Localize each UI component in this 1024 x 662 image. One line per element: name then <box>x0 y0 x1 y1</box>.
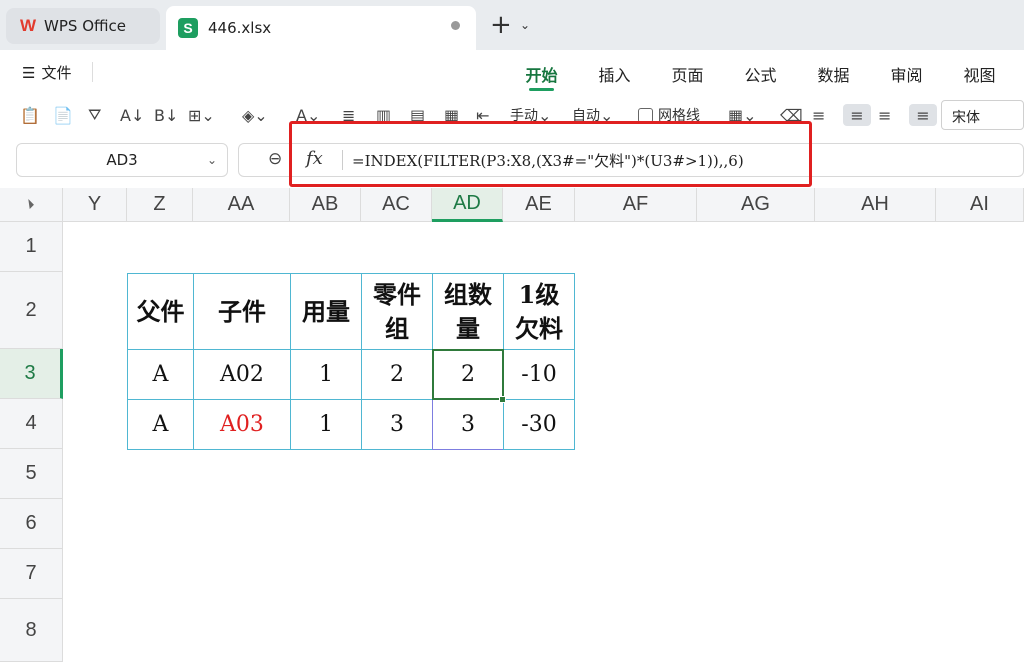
tab-wps-office-label: WPS Office <box>44 17 126 35</box>
gridlines-label: 网格线 <box>658 108 700 124</box>
table-header-cell[interactable]: 父件 <box>127 273 194 350</box>
column-header-ae[interactable]: AE <box>503 188 575 222</box>
calc-manual-button[interactable]: 手动 ⌄ <box>510 104 551 126</box>
ribbon-menu-bar: ☰ 文件 开始 插入 页面 公式 数据 审阅 视图 <box>0 50 1024 94</box>
wrap-text-icon[interactable]: ≣ <box>342 104 355 126</box>
tab-formula[interactable]: 公式 <box>724 62 797 86</box>
calc-manual-label: 手动 <box>510 108 538 124</box>
tab-file-label: 446.xlsx <box>208 19 272 37</box>
toolbar: 📋 📄 ⛛ A↓ B↓ ⊞⌄ ◈⌄ A⌄ ≣ ▥ ▤ ▦ ⇤ 手动 ⌄ 自动 ⌄ 网… <box>0 94 1024 136</box>
column-header-ab[interactable]: AB <box>290 188 361 222</box>
row-header-4[interactable]: 4 <box>0 399 63 449</box>
table-cell[interactable]: A <box>127 349 194 400</box>
column-header-ad[interactable]: AD <box>432 188 503 222</box>
table-cell[interactable]: 2 <box>361 349 433 400</box>
row-header-7[interactable]: 7 <box>0 549 63 599</box>
file-menu-button[interactable]: ☰ 文件 <box>22 62 71 83</box>
file-menu-label: 文件 <box>41 64 72 82</box>
tab-view[interactable]: 视图 <box>943 62 1016 86</box>
tab-page[interactable]: 页面 <box>651 62 724 86</box>
add-tab-button[interactable]: + <box>490 12 512 38</box>
spreadsheet-icon: S <box>178 18 198 38</box>
calc-auto-label: 自动 <box>572 108 600 124</box>
table-cell[interactable]: 1 <box>290 399 362 450</box>
tab-wps-office[interactable]: W WPS Office <box>6 8 160 44</box>
font-color-icon[interactable]: A⌄ <box>296 104 320 126</box>
table-cell[interactable]: 3 <box>432 399 504 450</box>
column-header-ai[interactable]: AI <box>936 188 1024 222</box>
tab-review[interactable]: 审阅 <box>870 62 943 86</box>
table-cell[interactable]: 3 <box>361 399 433 450</box>
filter-icon[interactable]: ⛛ <box>88 104 101 126</box>
fill-color-icon[interactable]: ◈⌄ <box>242 104 268 126</box>
zoom-icon[interactable]: ⊖ <box>268 149 282 169</box>
unsaved-dot-icon[interactable] <box>451 21 460 30</box>
tab-insert[interactable]: 插入 <box>578 62 651 86</box>
column-header-ag[interactable]: AG <box>697 188 815 222</box>
row-header-5[interactable]: 5 <box>0 449 63 499</box>
table-cell[interactable]: A <box>127 399 194 450</box>
tab-home[interactable]: 开始 <box>505 62 578 91</box>
row-header-3[interactable]: 3 <box>0 349 63 399</box>
gridlines-checkbox[interactable]: 网格线 <box>638 104 700 126</box>
row-header-6[interactable]: 6 <box>0 499 63 549</box>
justify-icon[interactable]: ≡ <box>909 104 937 126</box>
table-cell[interactable]: 1 <box>290 349 362 400</box>
name-box-value: AD3 <box>106 151 138 169</box>
tab-data[interactable]: 数据 <box>797 62 870 86</box>
tab-file[interactable]: S 446.xlsx <box>166 6 476 50</box>
fill-handle[interactable] <box>499 396 506 403</box>
table-header-cell[interactable]: 用量 <box>290 273 362 350</box>
table-header-cell[interactable]: 1级欠料 <box>503 273 575 350</box>
calc-auto-button[interactable]: 自动 ⌄ <box>572 104 613 126</box>
sort-descending-icon[interactable]: B↓ <box>154 104 178 126</box>
column-header-aa[interactable]: AA <box>193 188 290 222</box>
align-center-icon[interactable]: ≡ <box>843 104 871 126</box>
table-cell[interactable]: A03 <box>193 399 291 450</box>
paste-values-icon[interactable]: 📋 <box>20 104 40 126</box>
column-header-ac[interactable]: AC <box>361 188 432 222</box>
table-cell[interactable]: -30 <box>503 399 575 450</box>
menu-icon: ☰ <box>22 63 36 82</box>
row-header-2[interactable]: 2 <box>0 272 63 349</box>
chevron-down-icon[interactable]: ⌄ <box>207 153 217 167</box>
divider <box>92 62 93 82</box>
insert-row-icon[interactable]: ▤ <box>410 104 425 126</box>
column-header-ah[interactable]: AH <box>815 188 936 222</box>
column-header-z[interactable]: Z <box>127 188 193 222</box>
divider <box>342 150 343 170</box>
table-cell[interactable]: -10 <box>503 349 575 400</box>
column-header-af[interactable]: AF <box>575 188 697 222</box>
borders-icon[interactable]: ⊞⌄ <box>188 104 215 126</box>
row-header-8[interactable]: 8 <box>0 599 63 662</box>
checkbox-icon <box>638 107 653 123</box>
clear-format-icon[interactable]: ⌫ <box>780 104 803 126</box>
align-right-icon[interactable]: ≡ <box>878 104 891 126</box>
align-left-icon[interactable]: ≡ <box>812 104 825 126</box>
fx-icon[interactable]: fx <box>306 148 323 169</box>
title-bar: W WPS Office S 446.xlsx + ⌄ <box>0 0 1024 50</box>
selected-cell-ad3[interactable]: 2 <box>432 349 504 400</box>
insert-column-icon[interactable]: ▦ <box>444 104 459 126</box>
table-header-cell[interactable]: 组数量 <box>432 273 504 350</box>
sort-ascending-icon[interactable]: A↓ <box>120 104 144 126</box>
table-header-cell[interactable]: 零件组 <box>361 273 433 350</box>
merge-cells-icon[interactable]: ▥ <box>376 104 391 126</box>
formula-input[interactable]: =INDEX(FILTER(P3:X8,(X3#="欠料")*(U3#>1)),… <box>352 150 744 171</box>
name-box[interactable]: AD3 ⌄ <box>16 143 228 177</box>
table-style-icon[interactable]: ▦⌄ <box>728 104 757 126</box>
wps-logo-icon: W <box>20 16 37 35</box>
column-header-y[interactable]: Y <box>63 188 127 222</box>
freeze-icon[interactable]: ⇤ <box>476 104 489 126</box>
chevron-down-icon[interactable]: ⌄ <box>520 18 530 32</box>
table-header-cell[interactable]: 子件 <box>193 273 291 350</box>
ribbon-tabs: 开始 插入 页面 公式 数据 审阅 视图 <box>505 62 1016 91</box>
row-header-1[interactable]: 1 <box>0 222 63 272</box>
paste-format-icon[interactable]: 📄 <box>53 104 73 126</box>
font-family-select[interactable]: 宋体 <box>941 100 1024 130</box>
table-cell[interactable]: A02 <box>193 349 291 400</box>
